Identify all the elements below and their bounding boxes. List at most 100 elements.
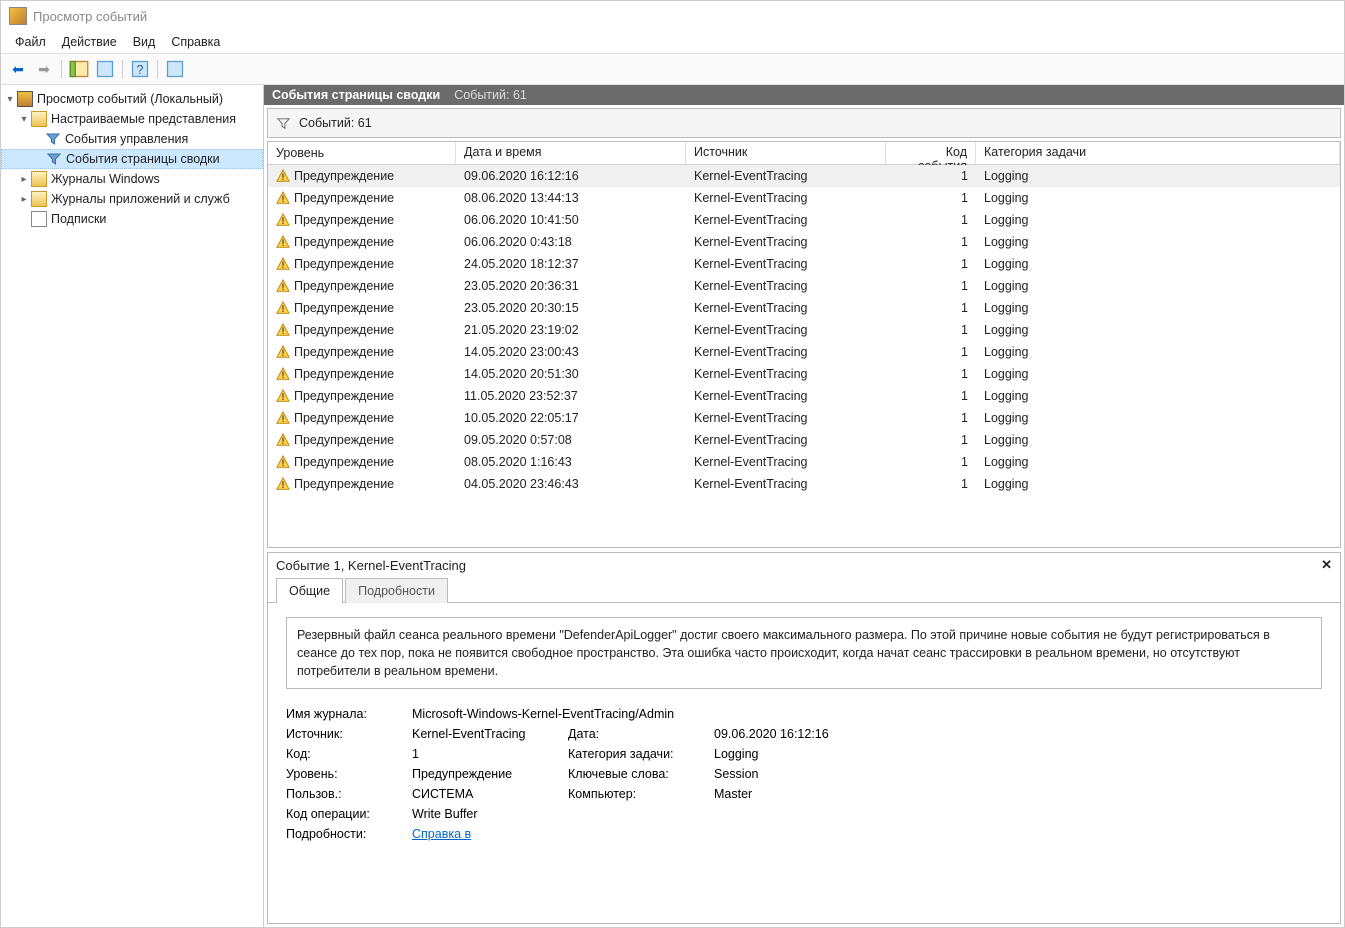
cell-datetime: 06.06.2020 0:43:18 (456, 233, 686, 251)
cell-category: Logging (976, 409, 1340, 427)
cell-category: Logging (976, 189, 1340, 207)
cell-code: 1 (886, 167, 976, 185)
cell-code: 1 (886, 299, 976, 317)
table-row[interactable]: Предупреждение06.06.2020 0:43:18Kernel-E… (268, 231, 1340, 253)
cell-datetime: 06.06.2020 10:41:50 (456, 211, 686, 229)
tree-windows-logs[interactable]: ▸ Журналы Windows (1, 169, 263, 189)
forward-button[interactable]: ➡ (33, 58, 55, 80)
cell-datetime: 23.05.2020 20:30:15 (456, 299, 686, 317)
arrow-right-icon: ➡ (38, 62, 50, 76)
cell-level: Предупреждение (268, 409, 456, 427)
col-datetime[interactable]: Дата и время (456, 142, 686, 164)
cell-category: Logging (976, 431, 1340, 449)
tab-general[interactable]: Общие (276, 578, 343, 603)
cell-level: Предупреждение (268, 233, 456, 251)
navigation-tree[interactable]: ▾ Просмотр событий (Локальный) ▾ Настраи… (1, 85, 264, 927)
table-row[interactable]: Предупреждение04.05.2020 23:46:43Kernel-… (268, 473, 1340, 495)
properties-button[interactable] (94, 58, 116, 80)
cell-category: Logging (976, 277, 1340, 295)
col-level[interactable]: Уровень (268, 142, 456, 164)
tree-label: Настраиваемые представления (51, 112, 236, 126)
twisty-icon[interactable]: ▸ (17, 174, 31, 185)
back-button[interactable]: ⬅ (7, 58, 29, 80)
col-category[interactable]: Категория задачи (976, 142, 1340, 164)
tree-root[interactable]: ▾ Просмотр событий (Локальный) (1, 89, 263, 109)
col-code[interactable]: Код события (886, 142, 976, 164)
cell-datetime: 21.05.2020 23:19:02 (456, 321, 686, 339)
table-row[interactable]: Предупреждение06.06.2020 10:41:50Kernel-… (268, 209, 1340, 231)
menu-help[interactable]: Справка (163, 33, 228, 51)
cell-source: Kernel-EventTracing (686, 233, 886, 251)
titlebar[interactable]: Просмотр событий (1, 1, 1344, 31)
twisty-icon[interactable]: ▸ (17, 194, 31, 205)
cell-code: 1 (886, 277, 976, 295)
lbl-computer: Компьютер: (568, 787, 708, 801)
lbl-user: Пользов.: (286, 787, 406, 801)
table-row[interactable]: Предупреждение24.05.2020 18:12:37Kernel-… (268, 253, 1340, 275)
table-row[interactable]: Предупреждение11.05.2020 23:52:37Kernel-… (268, 385, 1340, 407)
table-row[interactable]: Предупреждение23.05.2020 20:30:15Kernel-… (268, 297, 1340, 319)
twisty-icon[interactable]: ▾ (17, 114, 31, 125)
table-row[interactable]: Предупреждение10.05.2020 22:05:17Kernel-… (268, 407, 1340, 429)
cell-source: Kernel-EventTracing (686, 277, 886, 295)
table-row[interactable]: Предупреждение09.06.2020 16:12:16Kernel-… (268, 165, 1340, 187)
detail-body: Резервный файл сеанса реального времени … (268, 603, 1340, 923)
filter-label: Событий: 61 (299, 116, 372, 130)
menu-view[interactable]: Вид (125, 33, 164, 51)
close-icon[interactable]: ✕ (1321, 557, 1332, 573)
cell-category: Logging (976, 321, 1340, 339)
event-viewer-window: Просмотр событий Файл Действие Вид Справ… (0, 0, 1345, 928)
eventviewer-icon (17, 91, 33, 107)
filter-icon (46, 151, 62, 167)
grid-body[interactable]: Предупреждение09.06.2020 16:12:16Kernel-… (268, 165, 1340, 547)
cell-level: Предупреждение (268, 277, 456, 295)
menu-action[interactable]: Действие (54, 33, 125, 51)
filter-bar[interactable]: Событий: 61 (267, 108, 1341, 138)
pane2-icon (165, 59, 185, 79)
cell-level: Предупреждение (268, 387, 456, 405)
tree-subscriptions[interactable]: Подписки (1, 209, 263, 229)
table-row[interactable]: Предупреждение14.05.2020 20:51:30Kernel-… (268, 363, 1340, 385)
tree-summary-events[interactable]: События страницы сводки (1, 149, 263, 169)
show-hide-tree-button[interactable] (68, 58, 90, 80)
cell-datetime: 10.05.2020 22:05:17 (456, 409, 686, 427)
table-row[interactable]: Предупреждение23.05.2020 20:36:31Kernel-… (268, 275, 1340, 297)
event-description: Резервный файл сеанса реального времени … (286, 617, 1322, 689)
col-source[interactable]: Источник (686, 142, 886, 164)
grid-header[interactable]: Уровень Дата и время Источник Код событи… (268, 142, 1340, 165)
table-row[interactable]: Предупреждение14.05.2020 23:00:43Kernel-… (268, 341, 1340, 363)
cell-source: Kernel-EventTracing (686, 431, 886, 449)
content-title: События страницы сводки (272, 88, 440, 102)
table-row[interactable]: Предупреждение08.06.2020 13:44:13Kernel-… (268, 187, 1340, 209)
tree-app-logs[interactable]: ▸ Журналы приложений и служб (1, 189, 263, 209)
table-row[interactable]: Предупреждение08.05.2020 1:16:43Kernel-E… (268, 451, 1340, 473)
help-button[interactable]: ? (129, 58, 151, 80)
cell-datetime: 08.05.2020 1:16:43 (456, 453, 686, 471)
menu-file[interactable]: Файл (7, 33, 54, 51)
content-area: События страницы сводки Событий: 61 Собы… (264, 85, 1344, 927)
tree-admin-events[interactable]: События управления (1, 129, 263, 149)
cell-datetime: 23.05.2020 20:36:31 (456, 277, 686, 295)
help-link[interactable]: Справка в (412, 827, 471, 841)
tab-details[interactable]: Подробности (345, 578, 448, 603)
val-keywords: Session (714, 767, 914, 781)
table-row[interactable]: Предупреждение21.05.2020 23:19:02Kernel-… (268, 319, 1340, 341)
lbl-category: Категория задачи: (568, 747, 708, 761)
table-row[interactable]: Предупреждение09.05.2020 0:57:08Kernel-E… (268, 429, 1340, 451)
tree-custom-views[interactable]: ▾ Настраиваемые представления (1, 109, 263, 129)
cell-level: Предупреждение (268, 431, 456, 449)
content-count: Событий: 61 (454, 88, 527, 102)
toolbar: ⬅ ➡ ? (1, 53, 1344, 85)
folder-icon (31, 111, 47, 127)
lbl-source: Источник: (286, 727, 406, 741)
extra-button[interactable] (164, 58, 186, 80)
folder-icon (31, 171, 47, 187)
cell-category: Logging (976, 387, 1340, 405)
svg-text:?: ? (137, 63, 144, 77)
twisty-icon[interactable]: ▾ (3, 94, 17, 105)
cell-code: 1 (886, 453, 976, 471)
cell-level: Предупреждение (268, 365, 456, 383)
cell-category: Logging (976, 167, 1340, 185)
cell-datetime: 24.05.2020 18:12:37 (456, 255, 686, 273)
filter-icon (45, 131, 61, 147)
